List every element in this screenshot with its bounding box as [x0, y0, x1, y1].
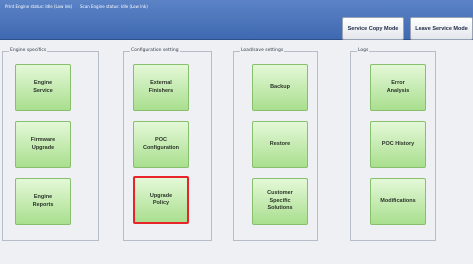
- group-label: Engine specifics: [9, 48, 48, 53]
- restore-button[interactable]: Restore: [252, 121, 308, 168]
- external-finishers-button[interactable]: External Finishers: [133, 64, 189, 111]
- upgrade-policy-button[interactable]: Upgrade Policy: [133, 176, 189, 224]
- poc-configuration-button[interactable]: POC Configuration: [133, 121, 189, 168]
- group-label: Logs: [357, 48, 370, 53]
- engine-service-button[interactable]: Engine Service: [15, 64, 71, 111]
- print-engine-status: Print Engine status: Idle (Low Ink): [5, 4, 73, 9]
- group-label: Load/save settings: [240, 48, 285, 53]
- backup-button[interactable]: Backup: [252, 64, 308, 111]
- modifications-button[interactable]: Modifications: [370, 178, 426, 225]
- service-copy-mode-button[interactable]: Service Copy Mode: [342, 17, 404, 40]
- customer-specific-solutions-button[interactable]: Customer Specific Solutions: [252, 178, 308, 225]
- error-analysis-button[interactable]: Error Analysis: [370, 64, 426, 111]
- group-label: Configuration setting: [130, 48, 180, 53]
- scan-engine-status: Scan Engine status: Idle (Low Ink): [80, 4, 148, 9]
- engine-reports-button[interactable]: Engine Reports: [15, 178, 71, 225]
- poc-history-button[interactable]: POC History: [370, 121, 426, 168]
- firmware-upgrade-button[interactable]: Firmware Upgrade: [15, 121, 71, 168]
- leave-service-mode-button[interactable]: Leave Service Mode: [410, 17, 473, 40]
